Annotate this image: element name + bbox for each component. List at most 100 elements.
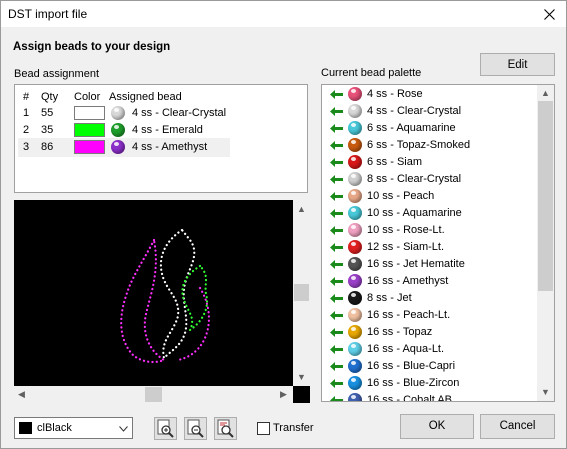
palette-item[interactable]: 10 ss - Peach xyxy=(325,188,535,205)
cancel-button-label: Cancel xyxy=(499,420,536,432)
scroll-down-icon[interactable]: ▼ xyxy=(541,387,550,397)
close-icon[interactable] xyxy=(532,1,566,27)
palette-item[interactable]: 12 ss - Siam-Lt. xyxy=(325,239,535,256)
bead-icon xyxy=(348,308,362,322)
scroll-up-icon[interactable]: ▲ xyxy=(541,88,550,98)
preview-vertical-scrollbar[interactable]: ▲ ▼ xyxy=(293,200,310,386)
palette-item[interactable]: 6 ss - Topaz-Smoked xyxy=(325,137,535,154)
palette-item-label: 16 ss - Aqua-Lt. xyxy=(367,343,445,355)
arrow-left-icon[interactable] xyxy=(330,124,343,136)
palette-item-label: 8 ss - Jet xyxy=(367,292,412,304)
scroll-down-icon[interactable]: ▼ xyxy=(297,372,306,382)
arrow-left-icon[interactable] xyxy=(330,328,343,340)
arrow-left-icon[interactable] xyxy=(330,243,343,255)
edit-button-label: Edit xyxy=(507,59,528,71)
table-row[interactable]: 3 86 4 ss - Amethyst xyxy=(18,138,230,157)
bead-icon xyxy=(348,376,362,390)
title-bar: DST import file xyxy=(1,1,566,27)
row-num: 1 xyxy=(23,107,30,119)
palette-item[interactable]: 16 ss - Amethyst xyxy=(325,273,535,290)
arrow-left-icon[interactable] xyxy=(330,175,343,187)
zoom-in-button[interactable] xyxy=(154,417,177,440)
edit-button[interactable]: Edit xyxy=(480,53,555,76)
arrow-left-icon[interactable] xyxy=(330,107,343,119)
arrow-left-icon[interactable] xyxy=(330,158,343,170)
palette-item[interactable]: 16 ss - Topaz xyxy=(325,324,535,341)
arrow-left-icon[interactable] xyxy=(330,141,343,153)
design-preview-image xyxy=(120,228,210,364)
palette-item[interactable]: 16 ss - Cobalt AB xyxy=(325,392,535,401)
palette-item[interactable]: 16 ss - Aqua-Lt. xyxy=(325,341,535,358)
col-color: Color xyxy=(74,91,101,103)
palette-item[interactable]: 8 ss - Clear-Crystal xyxy=(325,171,535,188)
bead-icon xyxy=(348,172,362,186)
palette-item[interactable]: 16 ss - Peach-Lt. xyxy=(325,307,535,324)
palette-item-label: 6 ss - Siam xyxy=(367,156,423,168)
ok-button[interactable]: OK xyxy=(400,414,474,439)
scroll-thumb[interactable] xyxy=(294,284,309,301)
palette-item[interactable]: 6 ss - Siam xyxy=(325,154,535,171)
arrow-left-icon[interactable] xyxy=(330,345,343,357)
palette-item-label: 10 ss - Peach xyxy=(367,190,435,202)
arrow-left-icon[interactable] xyxy=(330,362,343,374)
bead-icon xyxy=(348,155,362,169)
row-qty: 35 xyxy=(41,124,54,136)
bead-icon xyxy=(348,257,362,271)
arrow-left-icon[interactable] xyxy=(330,90,343,102)
arrow-left-icon[interactable] xyxy=(330,277,343,289)
scroll-thumb[interactable] xyxy=(145,387,162,402)
arrow-left-icon[interactable] xyxy=(330,226,343,238)
arrow-left-icon[interactable] xyxy=(330,260,343,272)
arrow-left-icon[interactable] xyxy=(330,294,343,306)
col-qty: Qty xyxy=(41,91,59,103)
color-swatch[interactable] xyxy=(74,106,105,120)
design-preview[interactable] xyxy=(14,200,293,386)
arrow-left-icon[interactable] xyxy=(330,209,343,221)
bead-icon xyxy=(348,393,362,401)
palette-item[interactable]: 4 ss - Clear-Crystal xyxy=(325,103,535,120)
transfer-checkbox[interactable] xyxy=(257,422,270,435)
palette-scrollbar[interactable]: ▲ ▼ xyxy=(537,85,554,401)
arrow-left-icon[interactable] xyxy=(330,192,343,204)
palette-item[interactable]: 16 ss - Blue-Capri xyxy=(325,358,535,375)
cancel-button[interactable]: Cancel xyxy=(480,414,555,439)
palette-item[interactable]: 8 ss - Jet xyxy=(325,290,535,307)
scroll-left-icon[interactable]: ◀ xyxy=(18,389,25,400)
scroll-up-icon[interactable]: ▲ xyxy=(297,204,306,214)
zoom-out-button[interactable] xyxy=(184,417,207,440)
bead-icon xyxy=(111,123,125,137)
palette-item[interactable]: 16 ss - Blue-Zircon xyxy=(325,375,535,392)
bead-icon xyxy=(348,121,362,135)
ok-button-label: OK xyxy=(428,420,446,432)
scroll-thumb[interactable] xyxy=(538,101,553,291)
current-palette-label: Current bead palette xyxy=(321,67,422,79)
bead-palette-list[interactable]: 4 ss - Rose 4 ss - Clear-Crystal 6 ss - Aq… xyxy=(321,84,555,402)
bead-icon xyxy=(111,140,125,154)
color-swatch[interactable] xyxy=(74,123,105,137)
color-swatch xyxy=(19,422,32,434)
arrow-left-icon[interactable] xyxy=(330,396,343,401)
preview-horizontal-scrollbar[interactable]: ◀ ▶ xyxy=(14,386,293,403)
palette-item[interactable]: 10 ss - Aquamarine xyxy=(325,205,535,222)
palette-item-label: 4 ss - Clear-Crystal xyxy=(367,105,462,117)
row-bead-name: 4 ss - Emerald xyxy=(132,124,203,136)
palette-item[interactable]: 4 ss - Rose xyxy=(325,86,535,103)
scroll-right-icon[interactable]: ▶ xyxy=(280,389,287,400)
palette-item-label: 16 ss - Amethyst xyxy=(367,275,449,287)
arrow-left-icon[interactable] xyxy=(330,311,343,323)
flame-right-path xyxy=(176,286,210,362)
background-color-select[interactable]: clBlack xyxy=(14,417,133,439)
arrow-left-icon[interactable] xyxy=(330,379,343,391)
zoom-fit-icon xyxy=(217,419,234,438)
zoom-fit-button[interactable] xyxy=(214,417,237,440)
bead-icon xyxy=(348,104,362,118)
palette-item[interactable]: 16 ss - Jet Hematite xyxy=(325,256,535,273)
table-header: # Qty Color Assigned bead xyxy=(15,85,307,104)
bead-icon xyxy=(348,240,362,254)
palette-item[interactable]: 10 ss - Rose-Lt. xyxy=(325,222,535,239)
palette-item[interactable]: 6 ss - Aquamarine xyxy=(325,120,535,137)
bead-icon xyxy=(348,342,362,356)
bead-icon xyxy=(348,87,362,101)
color-swatch[interactable] xyxy=(74,140,105,154)
palette-item-label: 16 ss - Jet Hematite xyxy=(367,258,465,270)
